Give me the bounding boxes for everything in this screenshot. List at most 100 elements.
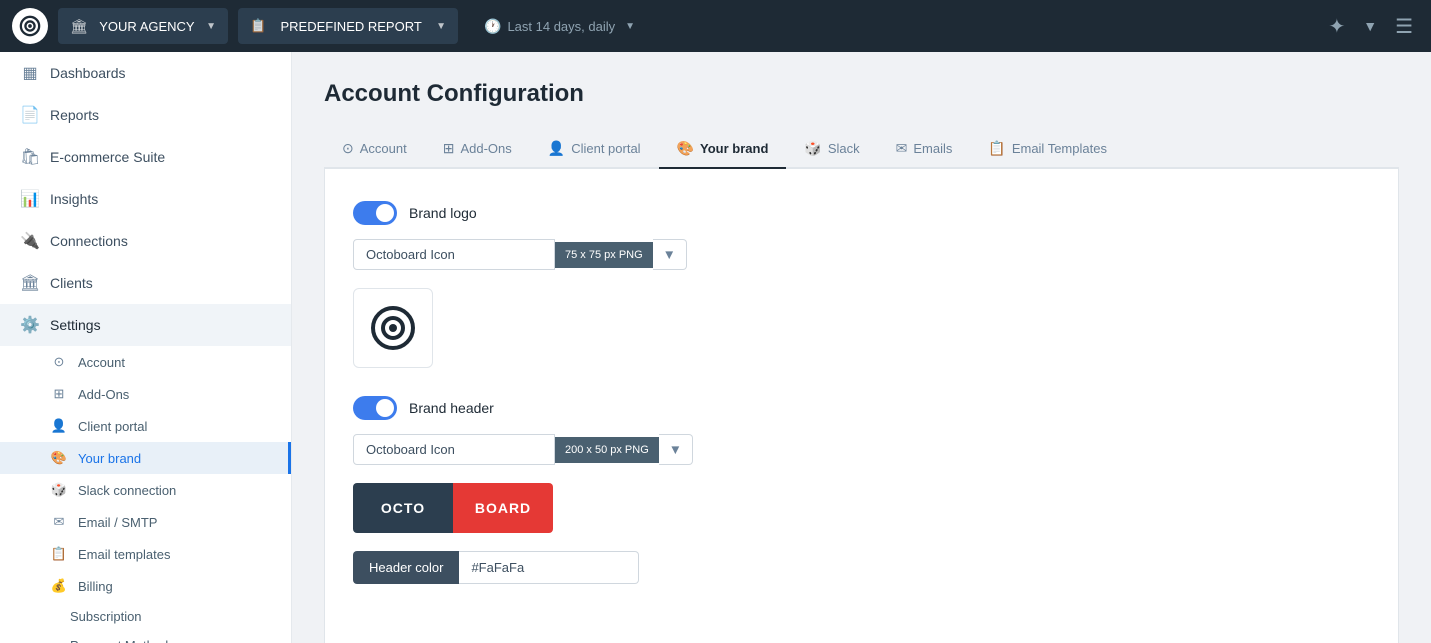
addons-icon: ⊞ <box>50 386 68 402</box>
tab-addons-label: Add-Ons <box>460 141 511 156</box>
tab-your-brand-label: Your brand <box>700 141 768 156</box>
brand-header-toggle-row: Brand header <box>353 396 1370 420</box>
sidebar-account-label: Account <box>78 355 125 370</box>
topbar: 🏛 YOUR AGENCY ▼ 📋 PREDEFINED REPORT ▼ 🕐 … <box>0 0 1431 52</box>
sidebar-payment-method-label: Payment Method <box>70 638 168 643</box>
sidebar-sub-payment-method[interactable]: Payment Method <box>0 631 291 643</box>
sidebar-item-insights[interactable]: 📊 Insights <box>0 178 291 220</box>
tab-email-templates-label: Email Templates <box>1012 141 1107 156</box>
tab-emails[interactable]: ✉ Emails <box>878 130 971 169</box>
settings-tabs: ⊙ Account ⊞ Add-Ons 👤 Client portal 🎨 Yo… <box>324 130 1399 169</box>
sidebar-subscription-label: Subscription <box>70 609 142 624</box>
sidebar-item-ecommerce[interactable]: 🛍 E-commerce Suite <box>0 136 291 178</box>
brand-header-preview: OCTO BOARD <box>353 483 1370 533</box>
tab-email-templates-icon: 📋 <box>988 140 1005 157</box>
tab-addons[interactable]: ⊞ Add-Ons <box>425 130 530 169</box>
agency-dropdown-icon: ▼ <box>206 21 216 32</box>
date-label: Last 14 days, daily <box>507 19 615 34</box>
topbar-right: ✦ ▼ ☰ <box>1322 8 1419 45</box>
sidebar-sub-your-brand[interactable]: 🎨 Your brand <box>0 442 291 474</box>
brand-panel: Brand logo 75 x 75 px PNG ▼ <box>324 169 1399 643</box>
report-dropdown-icon: ▼ <box>436 21 446 32</box>
tab-client-portal-label: Client portal <box>571 141 640 156</box>
report-label: PREDEFINED REPORT <box>274 19 428 34</box>
sidebar-item-dashboards[interactable]: ▦ Dashboards <box>0 52 291 94</box>
header-color-input[interactable] <box>459 551 639 584</box>
sparkle-button[interactable]: ✦ <box>1322 8 1351 45</box>
brand-header-dropdown-button[interactable]: ▼ <box>659 434 693 465</box>
header-color-button[interactable]: Header color <box>353 551 459 584</box>
tab-email-templates[interactable]: 📋 Email Templates <box>970 130 1125 169</box>
slack-icon: 🎲 <box>50 482 68 498</box>
email-templates-icon: 📋 <box>50 546 68 562</box>
tab-your-brand[interactable]: 🎨 Your brand <box>659 130 787 169</box>
sidebar-dashboards-label: Dashboards <box>50 65 126 81</box>
sidebar-insights-label: Insights <box>50 191 98 207</box>
brand-header-file-input[interactable] <box>353 434 555 465</box>
connections-icon: 🔌 <box>20 231 40 251</box>
tab-client-portal[interactable]: 👤 Client portal <box>530 130 659 169</box>
tab-account[interactable]: ⊙ Account <box>324 130 425 169</box>
sidebar-addons-label: Add-Ons <box>78 387 129 402</box>
reports-icon: 📄 <box>20 105 40 125</box>
insights-icon: 📊 <box>20 189 40 209</box>
main-layout: ▦ Dashboards 📄 Reports 🛍 E-commerce Suit… <box>0 52 1431 643</box>
report-icon: 📋 <box>250 18 266 34</box>
brand-logo-dropdown-button[interactable]: ▼ <box>653 239 687 270</box>
sidebar-sub-subscription[interactable]: Subscription <box>0 602 291 631</box>
sidebar: ▦ Dashboards 📄 Reports 🛍 E-commerce Suit… <box>0 52 292 643</box>
brand-header-toggle[interactable] <box>353 396 397 420</box>
octo-left: OCTO <box>353 483 453 533</box>
report-selector[interactable]: 📋 PREDEFINED REPORT ▼ <box>238 8 458 44</box>
topbar-dropdown-button[interactable]: ▼ <box>1357 12 1383 40</box>
brand-logo-toggle[interactable] <box>353 201 397 225</box>
brand-logo-slider <box>353 201 397 225</box>
date-filter[interactable]: 🕐 Last 14 days, daily ▼ <box>472 12 647 41</box>
tab-account-icon: ⊙ <box>342 140 354 157</box>
sidebar-connections-label: Connections <box>50 233 128 249</box>
tab-client-portal-icon: 👤 <box>548 140 565 157</box>
sidebar-item-settings[interactable]: ⚙️ Settings <box>0 304 291 346</box>
brand-header-file-row: 200 x 50 px PNG ▼ <box>353 434 1370 465</box>
octoboard-header-image: OCTO BOARD <box>353 483 553 533</box>
sidebar-client-portal-label: Client portal <box>78 419 147 434</box>
email-smtp-icon: ✉ <box>50 514 68 530</box>
sidebar-sub-email-templates[interactable]: 📋 Email templates <box>0 538 291 570</box>
agency-icon: 🏛 <box>70 18 88 35</box>
billing-icon: 💰 <box>50 578 68 594</box>
menu-button[interactable]: ☰ <box>1389 8 1419 45</box>
brand-logo-toggle-row: Brand logo <box>353 201 1370 225</box>
brand-logo-section: Brand logo 75 x 75 px PNG ▼ <box>353 201 1370 368</box>
sidebar-reports-label: Reports <box>50 107 99 123</box>
clock-icon: 🕐 <box>484 18 501 35</box>
sidebar-item-clients[interactable]: 🏛 Clients <box>0 262 291 304</box>
sidebar-sub-slack[interactable]: 🎲 Slack connection <box>0 474 291 506</box>
tab-slack[interactable]: 🎲 Slack <box>786 130 877 169</box>
ecommerce-icon: 🛍 <box>20 147 40 167</box>
page-title: Account Configuration <box>324 80 1399 108</box>
brand-logo-label: Brand logo <box>409 205 477 221</box>
sidebar-email-templates-label: Email templates <box>78 547 170 562</box>
sidebar-sub-billing[interactable]: 💰 Billing <box>0 570 291 602</box>
account-icon: ⊙ <box>50 354 68 370</box>
brand-logo-file-input[interactable] <box>353 239 555 270</box>
brand-logo-file-row: 75 x 75 px PNG ▼ <box>353 239 1370 270</box>
sidebar-item-connections[interactable]: 🔌 Connections <box>0 220 291 262</box>
brand-logo-preview <box>353 288 433 368</box>
settings-icon: ⚙️ <box>20 315 40 335</box>
sidebar-email-smtp-label: Email / SMTP <box>78 515 157 530</box>
dashboards-icon: ▦ <box>20 63 40 83</box>
sidebar-sub-addons[interactable]: ⊞ Add-Ons <box>0 378 291 410</box>
sidebar-sub-account[interactable]: ⊙ Account <box>0 346 291 378</box>
brand-logo-badge: 75 x 75 px PNG <box>555 242 653 268</box>
sidebar-sub-email-smtp[interactable]: ✉ Email / SMTP <box>0 506 291 538</box>
tab-emails-icon: ✉ <box>896 140 908 157</box>
sidebar-your-brand-label: Your brand <box>78 451 141 466</box>
tab-addons-icon: ⊞ <box>443 140 455 157</box>
sidebar-sub-client-portal[interactable]: 👤 Client portal <box>0 410 291 442</box>
brand-header-slider <box>353 396 397 420</box>
header-color-row: Header color <box>353 551 1370 584</box>
agency-selector[interactable]: 🏛 YOUR AGENCY ▼ <box>58 8 228 44</box>
tab-account-label: Account <box>360 141 407 156</box>
sidebar-item-reports[interactable]: 📄 Reports <box>0 94 291 136</box>
